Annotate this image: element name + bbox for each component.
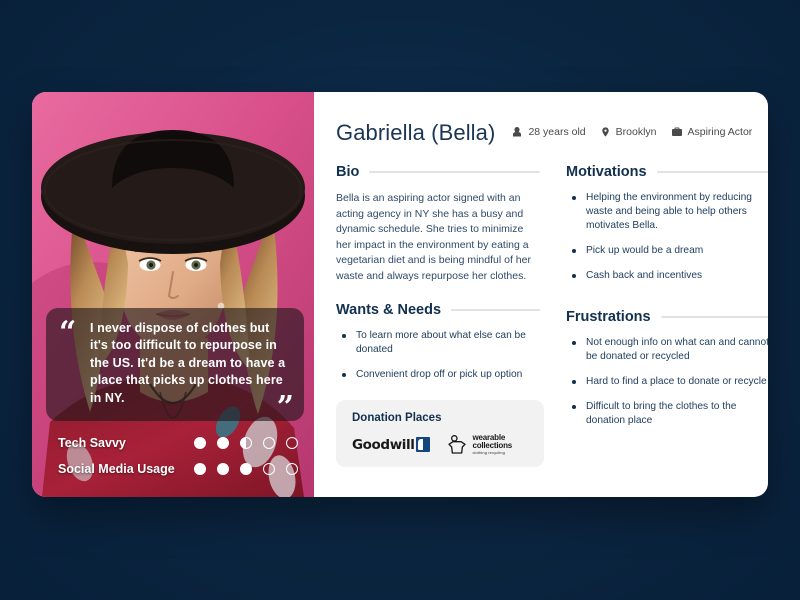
persona-quote: “ I never dispose of clothes but it's to… [46, 307, 304, 425]
rating-dots [188, 437, 298, 449]
donation-logo-row: Goodwill wearable collections clothing r… [352, 434, 530, 455]
rating-dot [263, 437, 275, 449]
details-columns: Bio Bella is an aspiring actor signed wi… [336, 164, 768, 467]
wearable-collections-logo[interactable]: wearable collections clothing recycling [446, 434, 512, 455]
meta-occupation: Aspiring Actor [671, 126, 753, 138]
persona-header: Gabriella (Bella) 28 years old Brooklyn [336, 120, 768, 146]
donation-places-title: Donation Places [352, 412, 442, 424]
section-motivations: Motivations Helping the environment by r… [566, 164, 768, 283]
section-heading: Wants & Needs [336, 302, 540, 318]
motivations-list: Helping the environment by reducing wast… [566, 191, 768, 283]
bio-text: Bella is an aspiring actor signed with a… [336, 192, 531, 282]
section-title: Motivations [566, 164, 647, 180]
rating-dot [240, 463, 252, 475]
meta-occupation-label: Aspiring Actor [687, 126, 753, 138]
quote-text: I never dispose of clothes but it's too … [90, 320, 286, 405]
list-item: To learn more about what else can be don… [336, 329, 540, 357]
rating-list: Tech Savvy Social Media Usage [32, 431, 314, 483]
goodwill-logo[interactable]: Goodwill [352, 436, 431, 453]
section-divider [656, 171, 768, 173]
section-frustrations: Frustrations Not enough info on what can… [566, 309, 768, 428]
details-column-left: Bio Bella is an aspiring actor signed wi… [336, 164, 544, 467]
location-pin-icon [601, 127, 609, 137]
list-item: Cash back and incentives [566, 269, 768, 283]
details-column-right: Motivations Helping the environment by r… [566, 164, 768, 467]
section-bio: Bio Bella is an aspiring actor signed wi… [336, 164, 540, 284]
tshirt-person-icon [448, 434, 467, 454]
list-item: Pick up would be a dream [566, 244, 768, 258]
rating-dot [286, 463, 298, 475]
section-divider [451, 309, 540, 311]
frustrations-list: Not enough info on what can and cannot b… [566, 336, 768, 428]
rating-dot [217, 437, 229, 449]
quote-close-icon: ” [276, 390, 294, 425]
meta-age: 28 years old [511, 126, 586, 138]
donation-places-box: Donation Places Goodwill wearable collec… [336, 400, 544, 467]
persona-details: Gabriella (Bella) 28 years old Brooklyn [314, 92, 768, 497]
rating-dot [286, 437, 298, 449]
page-title: Gabriella (Bella) [336, 120, 496, 145]
wearable-line-3: clothing recycling [472, 450, 505, 455]
section-title: Frustrations [566, 309, 651, 325]
meta-age-label: 28 years old [528, 126, 586, 138]
rating-dot [194, 437, 206, 449]
rating-dot [263, 463, 275, 475]
persona-card: “ I never dispose of clothes but it's to… [32, 92, 768, 497]
meta-location-label: Brooklyn [615, 126, 657, 138]
rating-dot [217, 463, 229, 475]
rating-dot [194, 463, 206, 475]
wants-needs-list: To learn more about what else can be don… [336, 329, 540, 382]
meta-location: Brooklyn [600, 126, 657, 138]
list-item: Difficult to bring the clothes to the do… [566, 400, 768, 428]
page-background: “ I never dispose of clothes but it's to… [0, 0, 800, 600]
wearable-collections-text: wearable collections clothing recycling [472, 434, 512, 455]
list-item: Convenient drop off or pick up option [336, 368, 540, 382]
section-title: Wants & Needs [336, 302, 442, 318]
list-item: Helping the environment by reducing wast… [566, 191, 768, 233]
quote-open-icon: “ [59, 314, 77, 350]
rating-social-media-usage: Social Media Usage [58, 457, 298, 481]
list-item: Hard to find a place to donate or recycl… [566, 375, 768, 389]
list-item: Not enough info on what can and cannot b… [566, 336, 768, 364]
goodwill-smile-icon [416, 437, 431, 452]
rating-dot [240, 437, 252, 449]
rating-dots [188, 463, 298, 475]
section-wants-needs: Wants & Needs To learn more about what e… [336, 302, 540, 382]
section-divider [369, 171, 540, 173]
briefcase-icon [671, 127, 682, 136]
section-heading: Bio [336, 164, 540, 180]
rating-label: Social Media Usage [58, 462, 175, 476]
photo-panel: “ I never dispose of clothes but it's to… [32, 92, 314, 497]
person-icon [513, 127, 522, 137]
persona-meta-list: 28 years old Brooklyn Aspiring Actor [511, 126, 752, 138]
wearable-line-2: collections [472, 441, 513, 450]
section-heading: Frustrations [566, 309, 768, 325]
rating-label: Tech Savvy [58, 436, 126, 450]
goodwill-logo-text: Goodwill [352, 436, 415, 453]
section-divider [660, 316, 768, 318]
section-heading: Motivations [566, 164, 768, 180]
section-title: Bio [336, 164, 360, 180]
rating-tech-savvy: Tech Savvy [58, 431, 298, 455]
